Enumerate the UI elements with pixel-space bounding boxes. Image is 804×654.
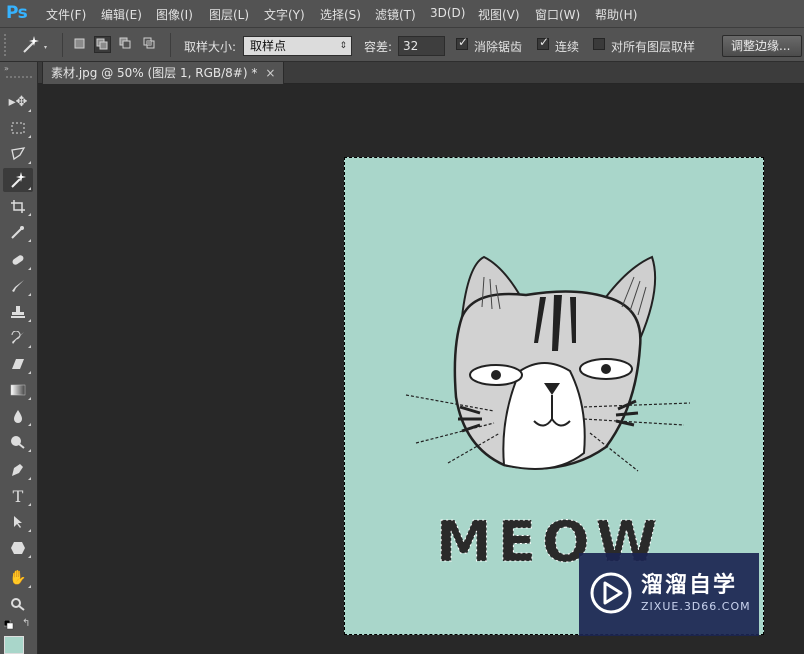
menu-image[interactable]: 图像(I) — [156, 6, 193, 23]
menu-type[interactable]: 文字(Y) — [264, 6, 305, 23]
check-icon: ✓ — [539, 35, 550, 49]
chevron-updown-icon: ⇕ — [339, 41, 347, 51]
intersect-selection-button[interactable] — [142, 36, 159, 53]
zoom-tool[interactable] — [3, 592, 33, 616]
menu-window[interactable]: 窗口(W) — [535, 6, 580, 23]
magic-wand-icon — [11, 172, 26, 188]
magic-wand-tool[interactable] — [3, 168, 33, 192]
menu-help[interactable]: 帮助(H) — [595, 6, 637, 23]
refine-edge-button[interactable]: 调整边缘... — [722, 35, 802, 57]
healing-brush-icon — [12, 255, 24, 265]
contiguous-checkbox[interactable]: ✓ — [537, 35, 550, 50]
eyedropper-icon — [11, 226, 24, 239]
subtract-from-selection-button[interactable] — [118, 36, 135, 53]
foreground-color-swatch[interactable] — [4, 636, 24, 654]
dodge-icon — [11, 436, 25, 449]
menu-filter[interactable]: 滤镜(T) — [375, 6, 416, 23]
watermark-overlay: 溜溜自学 ZIXUE.3D66.COM — [579, 553, 759, 636]
add-to-selection-button[interactable] — [94, 36, 111, 53]
eraser-icon — [12, 359, 24, 369]
dodge-tool[interactable] — [3, 430, 33, 454]
sample-size-value: 取样点 — [250, 39, 287, 53]
document-tab-bar: 素材.jpg @ 50% (图层 1, RGB/8#) * × — [38, 62, 804, 84]
swap-colors-icon[interactable]: ↰ — [22, 618, 30, 629]
collapse-panel-icon[interactable]: » — [4, 64, 9, 73]
tolerance-label: 容差: — [364, 40, 393, 54]
tool-preset-picker[interactable] — [18, 34, 48, 56]
menu-layer[interactable]: 图层(L) — [209, 6, 249, 23]
menu-3d[interactable]: 3D(D) — [430, 6, 465, 20]
sample-size-select[interactable]: 取样点 ⇕ — [243, 36, 352, 56]
clone-stamp-icon — [11, 306, 25, 318]
history-brush-icon — [11, 331, 24, 344]
sample-all-layers-label[interactable]: 对所有图层取样 — [611, 38, 695, 55]
antialias-checkbox[interactable]: ✓ — [456, 35, 469, 50]
brush-tool[interactable] — [3, 274, 33, 298]
marquee-icon — [11, 122, 25, 134]
blur-tool[interactable] — [3, 404, 33, 428]
tool-panel: » ▸✥ T ✋ ↰ — [0, 62, 38, 654]
gradient-tool[interactable] — [3, 378, 33, 402]
clone-stamp-tool[interactable] — [3, 300, 33, 324]
document-tab[interactable]: 素材.jpg @ 50% (图层 1, RGB/8#) * × — [42, 62, 285, 84]
photoshop-logo: Ps — [6, 3, 28, 23]
menu-edit[interactable]: 编辑(E) — [101, 6, 142, 23]
eyedropper-tool[interactable] — [3, 220, 33, 244]
options-grip[interactable] — [4, 34, 10, 56]
brush-icon — [12, 280, 24, 292]
history-brush-tool[interactable] — [3, 326, 33, 350]
path-selection-icon — [14, 516, 22, 528]
close-icon[interactable]: × — [265, 66, 275, 80]
menu-view[interactable]: 视图(V) — [478, 6, 520, 23]
healing-brush-tool[interactable] — [3, 248, 33, 272]
zoom-icon — [11, 598, 25, 611]
watermark-brand: 溜溜自学 — [641, 573, 738, 598]
menu-bar: Ps 文件(F) 编辑(E) 图像(I) 图层(L) 文字(Y) 选择(S) 滤… — [0, 0, 804, 28]
gradient-icon — [10, 384, 26, 396]
pen-tool[interactable] — [3, 458, 33, 482]
crop-tool[interactable] — [3, 194, 33, 218]
document-tab-title: 素材.jpg @ 50% (图层 1, RGB/8#) * — [51, 66, 258, 80]
shape-icon — [11, 542, 25, 554]
eraser-tool[interactable] — [3, 352, 33, 376]
sample-size-label: 取样大小: — [184, 40, 237, 54]
new-selection-button[interactable] — [72, 36, 89, 53]
hand-tool[interactable]: ✋ — [3, 566, 33, 590]
magic-wand-icon — [23, 36, 47, 53]
blur-icon — [14, 410, 22, 423]
check-icon: ✓ — [458, 35, 469, 49]
menu-select[interactable]: 选择(S) — [320, 6, 361, 23]
crop-icon — [11, 200, 25, 213]
path-selection-tool[interactable] — [3, 510, 33, 534]
hand-icon: ✋ — [9, 570, 27, 586]
lasso-tool[interactable] — [3, 142, 33, 166]
panel-grip[interactable] — [6, 76, 32, 79]
play-logo-icon — [590, 572, 632, 614]
antialias-label[interactable]: 消除锯齿 — [474, 38, 522, 55]
shape-tool[interactable] — [3, 536, 33, 560]
move-icon: ▸✥ — [8, 94, 28, 110]
pen-icon — [12, 464, 23, 476]
type-tool[interactable]: T — [3, 484, 33, 508]
watermark-url: ZIXUE.3D66.COM — [641, 600, 751, 613]
options-bar: 取样大小: 取样点 ⇕ 容差: 32 ✓ 消除锯齿 ✓ 连续 对所有图层取样 调… — [0, 28, 804, 62]
type-icon: T — [12, 486, 24, 506]
marquee-tool[interactable] — [3, 116, 33, 140]
move-tool[interactable]: ▸✥ — [3, 90, 33, 114]
lasso-icon — [11, 147, 26, 161]
menu-file[interactable]: 文件(F) — [46, 6, 86, 23]
sample-all-layers-checkbox[interactable] — [593, 38, 605, 50]
contiguous-label[interactable]: 连续 — [555, 38, 579, 55]
default-colors-icon[interactable] — [3, 619, 14, 630]
tolerance-input[interactable]: 32 — [398, 36, 445, 56]
